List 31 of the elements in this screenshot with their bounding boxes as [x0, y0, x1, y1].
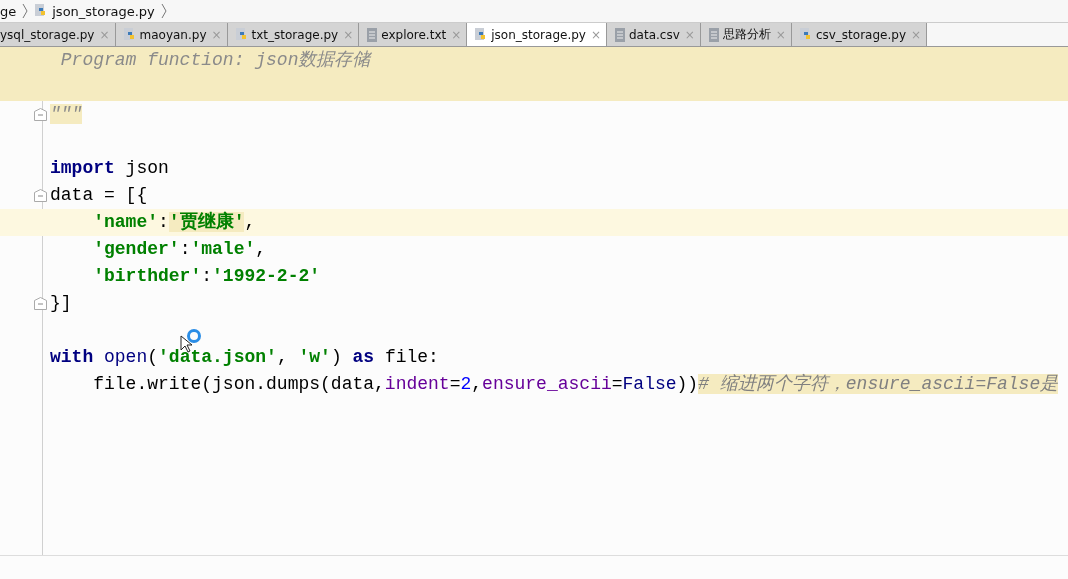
text-file-icon [366, 27, 379, 42]
editor-tab[interactable]: explore.txt × [359, 23, 468, 46]
breadcrumb-item[interactable]: ge [0, 3, 17, 19]
chevron-icon [22, 3, 29, 19]
fold-marker-icon[interactable] [34, 189, 47, 202]
python-file-icon [234, 27, 249, 42]
code-line: 'birthder':'1992-2-2' [93, 265, 321, 288]
python-file-icon [122, 27, 137, 42]
code-line: import json [50, 157, 169, 180]
breadcrumb-item[interactable]: json_storage.py [52, 3, 155, 19]
editor-tab[interactable]: txt_storage.py × [227, 23, 360, 46]
editor-tab[interactable]: maoyan.py × [115, 23, 228, 46]
editor-tab[interactable]: csv_storage.py × [791, 23, 928, 46]
code-line: with open('data.json', 'w') as file: [50, 346, 439, 369]
code-line: data = [{ [50, 184, 148, 207]
text-file-icon [707, 27, 720, 42]
code-line: file.write(json.dumps(data,indent=2,ensure_ascii=False))# 缩进两个字符，ensure_ascii=False是 [93, 373, 1059, 396]
code-line: 'gender':'male', [93, 238, 267, 261]
editor-tab[interactable]: json_storage.py × [467, 23, 607, 46]
python-file-icon [798, 27, 813, 42]
code-line: 'name':'贾继康', [93, 210, 256, 234]
text-file-icon [614, 27, 626, 42]
chevron-icon [160, 3, 167, 19]
busy-spinner-icon [186, 328, 202, 344]
fold-marker-icon[interactable] [34, 297, 47, 310]
code-line: }] [50, 292, 72, 315]
code-line: Program function: json数据存储 [59, 49, 371, 72]
editor-tab[interactable]: data.csv × [607, 23, 701, 46]
editor-tab[interactable]: 思路分析 × [700, 23, 792, 46]
fold-marker-icon[interactable] [34, 108, 47, 121]
editor-tab[interactable]: ysql_storage.py × [0, 23, 116, 46]
